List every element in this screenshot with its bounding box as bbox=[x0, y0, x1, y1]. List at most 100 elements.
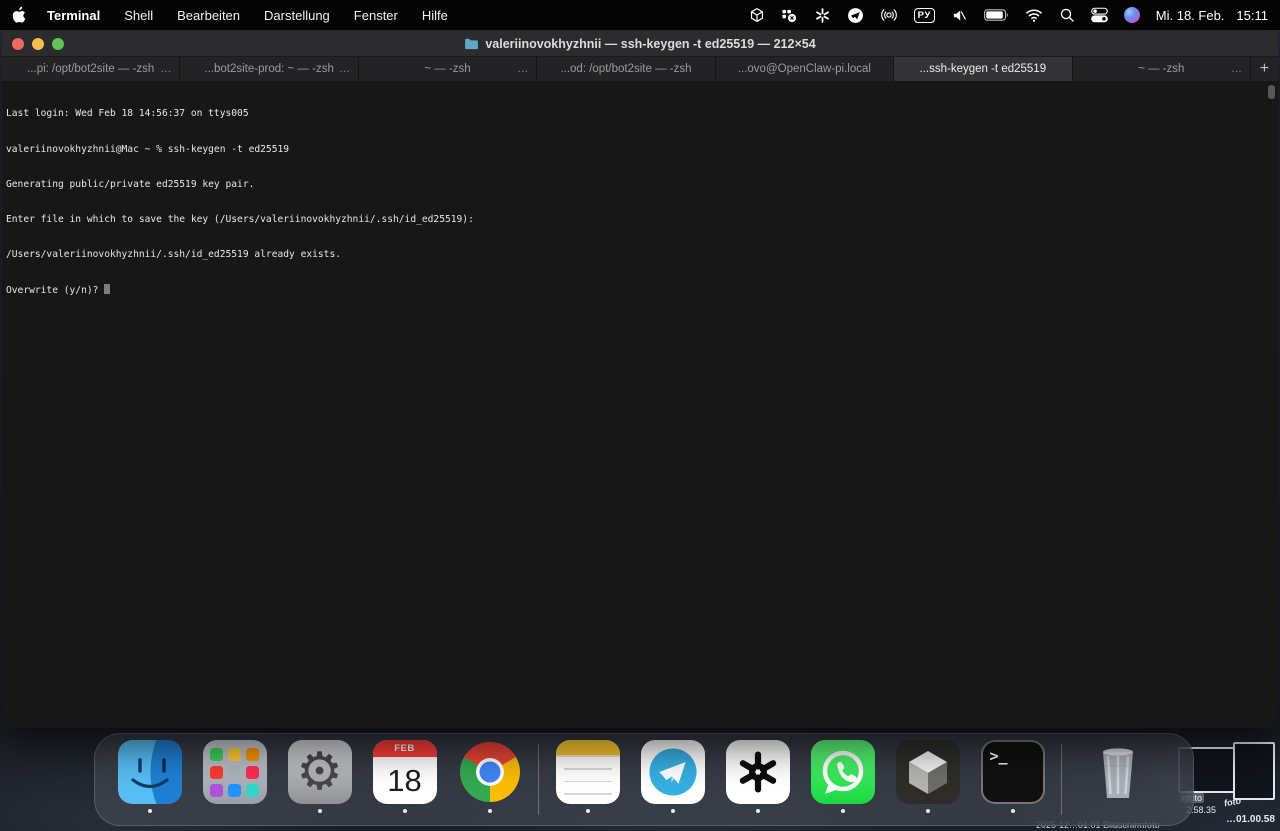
menu-item-fenster[interactable]: Fenster bbox=[354, 8, 398, 23]
tab-label: ...pi: /opt/bot2site — -zsh bbox=[27, 63, 154, 75]
whatsapp-icon bbox=[811, 740, 875, 804]
running-indicator bbox=[926, 809, 930, 813]
tab-bot2site[interactable]: ...pi: /opt/bot2site — -zsh … bbox=[2, 57, 180, 81]
tab-label: ...od: /opt/bot2site — -zsh bbox=[560, 63, 691, 75]
running-indicator bbox=[756, 809, 760, 813]
control-center-icon[interactable] bbox=[1091, 5, 1108, 25]
terminal-line: Enter file in which to save the key (/Us… bbox=[6, 214, 1268, 226]
tab-label: ~ — -zsh bbox=[424, 63, 470, 75]
menu-bar: Terminal Shell Bearbeiten Darstellung Fe… bbox=[0, 0, 1280, 30]
minimize-button[interactable] bbox=[32, 38, 44, 50]
calendar-month: FEB bbox=[373, 740, 437, 757]
desktop-screenshot-thumbnail[interactable] bbox=[1233, 742, 1275, 800]
siri-icon[interactable] bbox=[1124, 7, 1140, 23]
terminal-content[interactable]: Last login: Wed Feb 18 14:56:37 on ttys0… bbox=[2, 81, 1278, 728]
window-title: valeriinovokhyzhnii — ssh-keygen -t ed25… bbox=[485, 37, 815, 51]
battery-icon[interactable] bbox=[984, 5, 1009, 25]
tab-ssh-keygen-active[interactable]: ...ssh-keygen -t ed25519 bbox=[894, 57, 1072, 81]
terminal-cursor bbox=[104, 284, 110, 294]
tab-overflow-indicator[interactable]: … bbox=[339, 63, 351, 75]
tab-zsh-1[interactable]: ~ — -zsh … bbox=[359, 57, 537, 81]
tab-label: ...bot2site-prod: ~ — -zsh bbox=[204, 63, 333, 75]
sync-badge-icon[interactable] bbox=[781, 5, 798, 25]
tab-label: ...ovo@OpenClaw-pi.local bbox=[738, 63, 871, 75]
chatgpt-icon[interactable] bbox=[814, 5, 831, 25]
dock-divider bbox=[1061, 744, 1062, 815]
dock-item-whatsapp[interactable] bbox=[800, 740, 885, 813]
tab-bar: ...pi: /opt/bot2site — -zsh … ...bot2site… bbox=[2, 57, 1278, 81]
tab-overflow-indicator[interactable]: … bbox=[160, 63, 172, 75]
menu-item-bearbeiten[interactable]: Bearbeiten bbox=[177, 8, 240, 23]
dock-item-terminal[interactable]: >_ bbox=[970, 740, 1055, 813]
new-tab-button[interactable]: + bbox=[1251, 57, 1278, 81]
wifi-icon[interactable] bbox=[1025, 5, 1043, 25]
chatgpt-app-icon bbox=[726, 740, 790, 804]
chrome-icon bbox=[458, 740, 522, 804]
hotspot-icon[interactable] bbox=[880, 5, 898, 25]
dock-item-trash[interactable] bbox=[1068, 740, 1168, 813]
apple-menu-icon[interactable] bbox=[12, 5, 27, 25]
tab-overflow-indicator[interactable]: … bbox=[517, 63, 529, 75]
menu-app-name[interactable]: Terminal bbox=[47, 8, 100, 23]
tab-label: ~ — -zsh bbox=[1138, 63, 1184, 75]
close-button[interactable] bbox=[12, 38, 24, 50]
terminal-prompt-line: Overwrite (y/n)? bbox=[6, 284, 1268, 297]
prompt-text: Overwrite (y/n)? bbox=[6, 285, 104, 296]
window-controls bbox=[12, 31, 64, 56]
proxy-folder-icon[interactable] bbox=[464, 38, 479, 50]
date-text: Mi. 18. Feb. bbox=[1156, 8, 1225, 23]
terminal-line: Last login: Wed Feb 18 14:56:37 on ttys0… bbox=[6, 108, 1268, 120]
menu-item-hilfe[interactable]: Hilfe bbox=[422, 8, 448, 23]
dock-item-chrome[interactable] bbox=[447, 740, 532, 813]
calendar-day: 18 bbox=[373, 757, 437, 804]
dock-item-notes[interactable] bbox=[545, 740, 630, 813]
telegram-icon[interactable] bbox=[847, 5, 864, 25]
terminal-line: valeriinovokhyzhnii@Mac ~ % ssh-keygen -… bbox=[6, 144, 1268, 156]
mute-icon[interactable] bbox=[951, 5, 968, 25]
running-indicator bbox=[488, 809, 492, 813]
desktop-file-label[interactable]: …01.00.58 bbox=[1226, 814, 1275, 825]
dock-item-3d-cube-app[interactable] bbox=[885, 740, 970, 813]
desktop-file-label[interactable]: foto bbox=[1223, 796, 1241, 809]
calendar-icon: FEB 18 bbox=[373, 740, 437, 804]
launchpad-icon bbox=[203, 740, 267, 804]
tab-overflow-indicator[interactable]: … bbox=[1231, 63, 1243, 75]
menu-item-shell[interactable]: Shell bbox=[124, 8, 153, 23]
dock-item-chatgpt[interactable] bbox=[715, 740, 800, 813]
dock-item-telegram[interactable] bbox=[630, 740, 715, 813]
trash-icon bbox=[1086, 740, 1150, 804]
keyboard-layout-indicator[interactable]: РУ bbox=[914, 8, 935, 23]
cube-icon[interactable] bbox=[749, 5, 765, 25]
cube-app-icon bbox=[896, 740, 960, 804]
tab-bot2site-prod[interactable]: ...bot2site-prod: ~ — -zsh … bbox=[180, 57, 358, 81]
terminal-line: Generating public/private ed25519 key pa… bbox=[6, 179, 1268, 191]
running-indicator bbox=[318, 809, 322, 813]
notes-icon bbox=[556, 740, 620, 804]
tab-openclaw-pi[interactable]: ...ovo@OpenClaw-pi.local bbox=[716, 57, 894, 81]
dock: ⚙ FEB 18 >_ bbox=[94, 733, 1194, 826]
menu-bar-clock[interactable]: Mi. 18. Feb. 15:11 bbox=[1156, 8, 1268, 23]
tab-zsh-2[interactable]: ~ — -zsh … bbox=[1073, 57, 1251, 81]
running-indicator bbox=[586, 809, 590, 813]
dock-item-calendar[interactable]: FEB 18 bbox=[362, 740, 447, 813]
dock-item-system-settings[interactable]: ⚙ bbox=[277, 740, 362, 813]
spotlight-icon[interactable] bbox=[1059, 5, 1075, 25]
window-titlebar[interactable]: valeriinovokhyzhnii — ssh-keygen -t ed25… bbox=[2, 31, 1278, 57]
dock-item-launchpad[interactable] bbox=[192, 740, 277, 813]
terminal-line: /Users/valeriinovokhyzhnii/.ssh/id_ed255… bbox=[6, 249, 1268, 261]
dock-item-finder[interactable] bbox=[107, 740, 192, 813]
terminal-glyph: >_ bbox=[990, 747, 1008, 765]
scrollbar-thumb[interactable] bbox=[1268, 85, 1275, 99]
running-indicator bbox=[1011, 809, 1015, 813]
terminal-window: valeriinovokhyzhnii — ssh-keygen -t ed25… bbox=[2, 31, 1278, 728]
telegram-app-icon bbox=[641, 740, 705, 804]
running-indicator bbox=[841, 809, 845, 813]
dock-divider bbox=[538, 744, 539, 815]
terminal-app-icon: >_ bbox=[981, 740, 1045, 804]
running-indicator bbox=[148, 809, 152, 813]
settings-gear-icon: ⚙ bbox=[288, 740, 352, 804]
zoom-button[interactable] bbox=[52, 38, 64, 50]
menu-item-darstellung[interactable]: Darstellung bbox=[264, 8, 330, 23]
running-indicator bbox=[403, 809, 407, 813]
tab-bot2site-od[interactable]: ...od: /opt/bot2site — -zsh bbox=[537, 57, 715, 81]
